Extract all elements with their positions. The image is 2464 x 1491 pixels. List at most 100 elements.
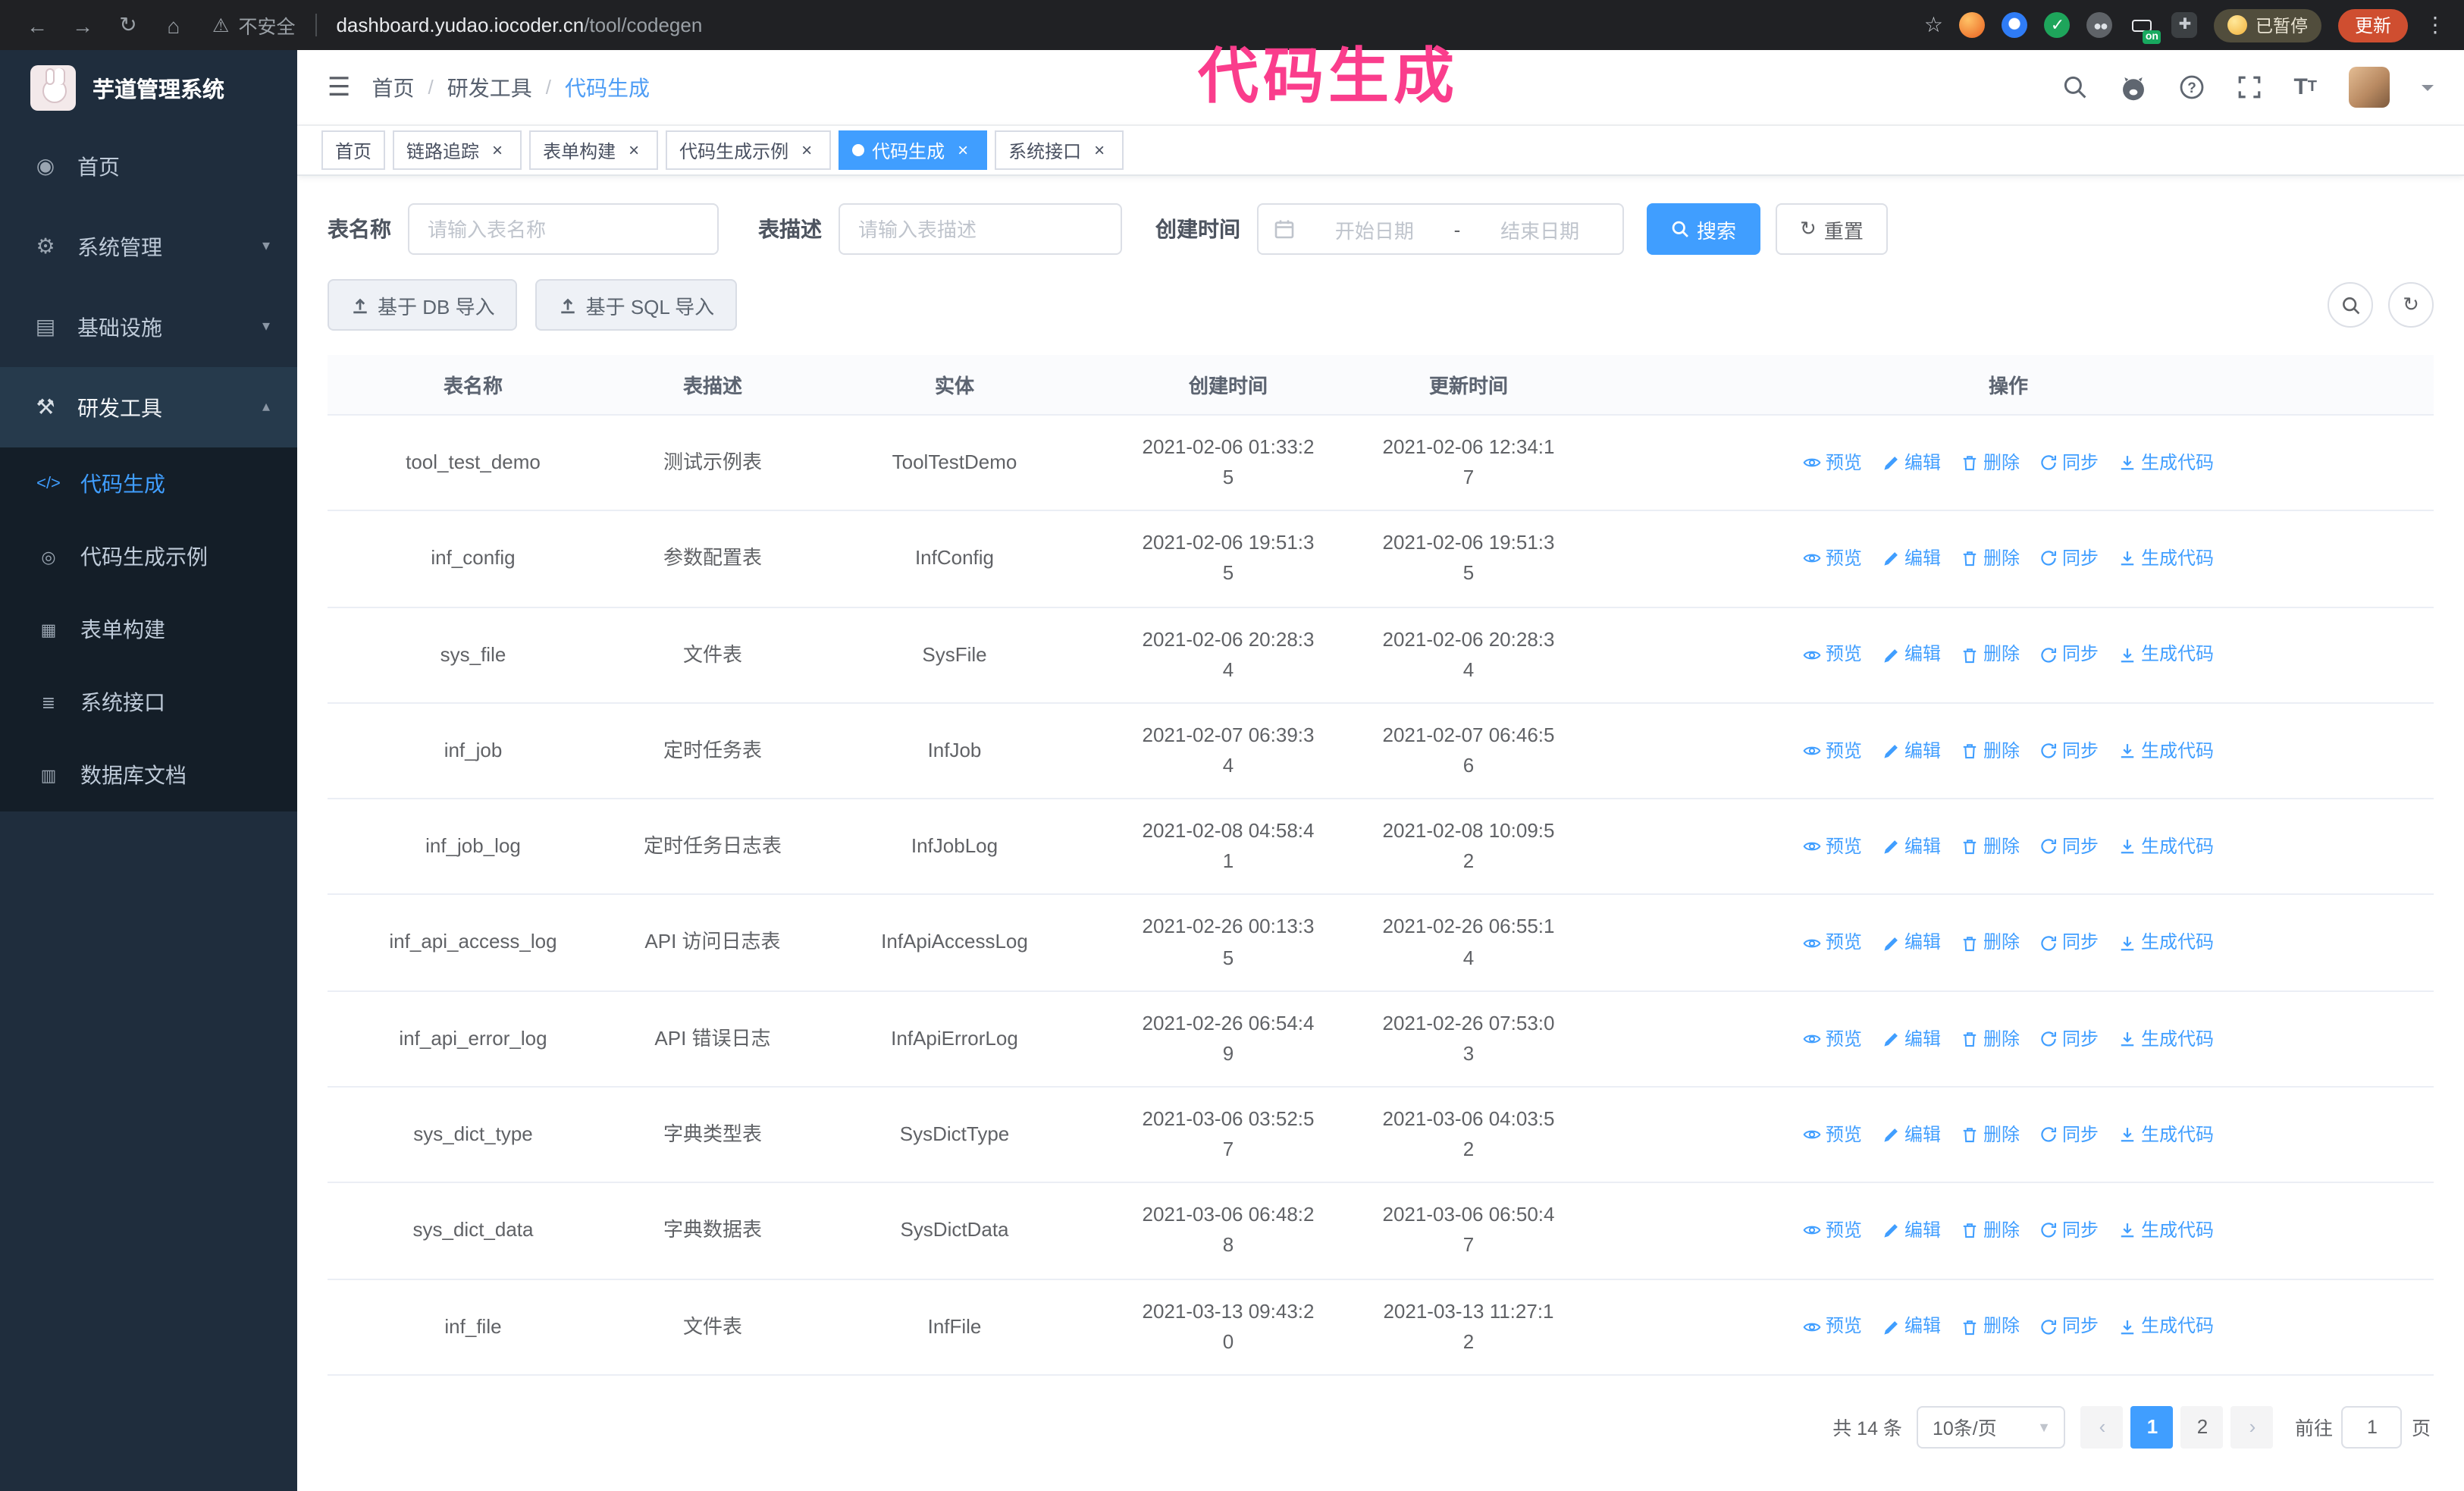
generate-code-link[interactable]: 生成代码 [2118, 449, 2214, 477]
preview-link[interactable]: 预览 [1803, 736, 1862, 764]
preview-link[interactable]: 预览 [1803, 1121, 1862, 1149]
font-size-icon[interactable]: TT [2293, 74, 2317, 100]
import-sql-button[interactable]: 基于 SQL 导入 [535, 279, 738, 331]
preview-link[interactable]: 预览 [1803, 1216, 1862, 1245]
delete-link[interactable]: 删除 [1961, 1025, 2020, 1053]
view-tab[interactable]: 代码生成示例 × [666, 130, 832, 170]
delete-link[interactable]: 删除 [1961, 1313, 2020, 1341]
edit-link[interactable]: 编辑 [1882, 833, 1941, 861]
breadcrumb-item[interactable]: 首页 [372, 72, 415, 102]
user-avatar[interactable] [2349, 67, 2390, 108]
sync-link[interactable]: 同步 [2039, 449, 2099, 477]
sync-link[interactable]: 同步 [2039, 1216, 2099, 1245]
back-button[interactable]: ← [18, 13, 56, 37]
prev-page-button[interactable]: ‹ [2080, 1405, 2124, 1449]
goto-page-input[interactable] [2341, 1405, 2403, 1449]
sidebar-item-dashboard[interactable]: ◉ 首页 [0, 126, 297, 206]
preview-link[interactable]: 预览 [1803, 1025, 1862, 1053]
view-tab[interactable]: 链路追踪 × [393, 130, 522, 170]
sidebar-subitem-example[interactable]: ◎ 代码生成示例 [0, 520, 297, 593]
search-button[interactable]: 搜索 [1647, 203, 1761, 255]
breadcrumb-item[interactable]: 研发工具 [447, 72, 532, 102]
reset-button[interactable]: ↻ 重置 [1776, 203, 1888, 255]
forward-button[interactable]: → [64, 13, 102, 37]
sidebar-item-tools[interactable]: ⚒ 研发工具 ▴ [0, 367, 297, 447]
tab-close-icon[interactable]: × [796, 140, 817, 161]
date-start-placeholder[interactable]: 开始日期 [1307, 215, 1442, 243]
delete-link[interactable]: 删除 [1961, 545, 2020, 573]
user-menu-caret-icon[interactable] [2422, 84, 2434, 96]
search-icon[interactable] [2061, 74, 2087, 100]
sync-link[interactable]: 同步 [2039, 833, 2099, 861]
delete-link[interactable]: 删除 [1961, 833, 2020, 861]
edit-link[interactable]: 编辑 [1882, 545, 1941, 573]
preview-link[interactable]: 预览 [1803, 833, 1862, 861]
edit-link[interactable]: 编辑 [1882, 1313, 1941, 1341]
delete-link[interactable]: 删除 [1961, 449, 2020, 477]
page-button-1[interactable]: 1 [2130, 1405, 2174, 1449]
refresh-table-button[interactable]: ↻ [2388, 282, 2434, 328]
edit-link[interactable]: 编辑 [1882, 641, 1941, 669]
sync-link[interactable]: 同步 [2039, 1025, 2099, 1053]
date-range-picker[interactable]: 开始日期 - 结束日期 [1257, 203, 1624, 255]
sync-link[interactable]: 同步 [2039, 545, 2099, 573]
fox-extension-icon[interactable] [1959, 12, 1986, 38]
generate-code-link[interactable]: 生成代码 [2118, 641, 2214, 669]
view-tab[interactable]: 系统接口 × [995, 130, 1124, 170]
generate-code-link[interactable]: 生成代码 [2118, 1313, 2214, 1341]
preview-link[interactable]: 预览 [1803, 545, 1862, 573]
sync-link[interactable]: 同步 [2039, 1121, 2099, 1149]
delete-link[interactable]: 删除 [1961, 641, 2020, 669]
generate-code-link[interactable]: 生成代码 [2118, 833, 2214, 861]
preview-link[interactable]: 预览 [1803, 1313, 1862, 1341]
sidebar-subitem-api[interactable]: ≣ 系统接口 [0, 666, 297, 739]
fullscreen-icon[interactable] [2236, 74, 2262, 100]
date-end-placeholder[interactable]: 结束日期 [1472, 215, 1607, 243]
site-security-chip[interactable]: ⚠ 不安全 [212, 11, 295, 39]
sidebar-subitem-form[interactable]: ▦ 表单构建 [0, 593, 297, 666]
sidebar-item-gear[interactable]: ⚙ 系统管理 ▾ [0, 206, 297, 287]
update-button[interactable]: 更新 [2337, 8, 2408, 42]
edit-link[interactable]: 编辑 [1882, 1121, 1941, 1149]
sync-link[interactable]: 同步 [2039, 641, 2099, 669]
sidebar-subitem-code[interactable]: </> 代码生成 [0, 447, 297, 520]
sidebar-item-infra[interactable]: ▤ 基础设施 ▾ [0, 287, 297, 367]
import-db-button[interactable]: 基于 DB 导入 [328, 279, 518, 331]
blue-extension-icon[interactable] [2002, 12, 2028, 38]
view-tab[interactable]: 代码生成 × [839, 130, 988, 170]
delete-link[interactable]: 删除 [1961, 929, 2020, 957]
reload-button[interactable]: ↻ [109, 12, 147, 38]
table-name-input[interactable] [408, 203, 719, 255]
preview-link[interactable]: 预览 [1803, 641, 1862, 669]
delete-link[interactable]: 删除 [1961, 1121, 2020, 1149]
toggle-search-button[interactable] [2328, 282, 2373, 328]
tab-close-icon[interactable]: × [487, 140, 508, 161]
tab-close-icon[interactable]: × [952, 140, 973, 161]
profile-paused-badge[interactable]: 已暂停 [2214, 8, 2321, 42]
delete-link[interactable]: 删除 [1961, 736, 2020, 764]
home-button[interactable]: ⌂ [155, 13, 193, 37]
generate-code-link[interactable]: 生成代码 [2118, 1025, 2214, 1053]
battery-extension-icon[interactable]: on [2130, 12, 2161, 44]
sync-link[interactable]: 同步 [2039, 736, 2099, 764]
page-button-2[interactable]: 2 [2180, 1405, 2224, 1449]
extensions-puzzle-icon[interactable]: ✚ [2171, 12, 2198, 38]
generate-code-link[interactable]: 生成代码 [2118, 1216, 2214, 1245]
sidebar-subitem-db[interactable]: ▥ 数据库文档 [0, 739, 297, 811]
sync-link[interactable]: 同步 [2039, 1313, 2099, 1341]
sidebar-toggle-icon[interactable]: ☰ [328, 72, 351, 102]
edit-link[interactable]: 编辑 [1882, 929, 1941, 957]
edit-link[interactable]: 编辑 [1882, 1216, 1941, 1245]
address-bar[interactable]: dashboard.yudao.iocoder.cn/tool/codegen [336, 14, 702, 36]
generate-code-link[interactable]: 生成代码 [2118, 929, 2214, 957]
help-icon[interactable]: ? [2178, 74, 2204, 100]
github-icon[interactable] [2119, 74, 2146, 101]
generate-code-link[interactable]: 生成代码 [2118, 1121, 2214, 1149]
sync-link[interactable]: 同步 [2039, 929, 2099, 957]
tab-close-icon[interactable]: × [623, 140, 644, 161]
view-tab[interactable]: 表单构建 × [529, 130, 659, 170]
delete-link[interactable]: 删除 [1961, 1216, 2020, 1245]
check-extension-icon[interactable]: ✓ [2044, 12, 2071, 38]
page-size-select[interactable]: 10条/页 ▼ [1917, 1405, 2066, 1449]
edit-link[interactable]: 编辑 [1882, 736, 1941, 764]
